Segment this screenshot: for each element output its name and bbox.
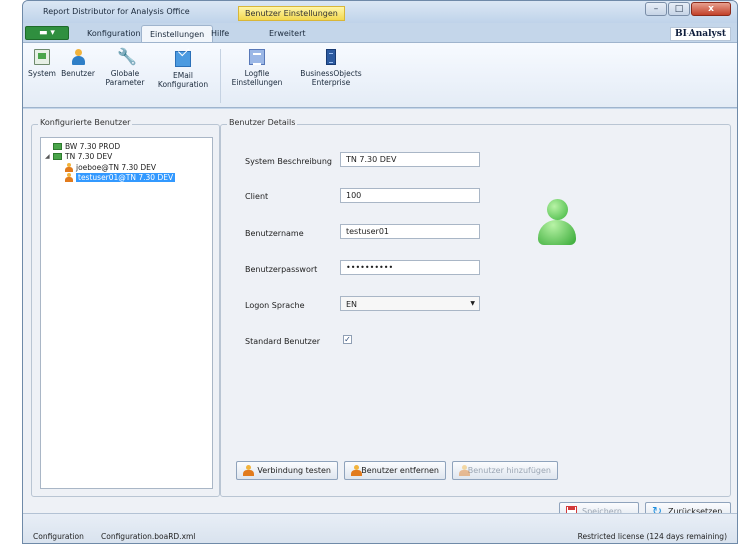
tab-erweitert[interactable]: Erweitert — [261, 25, 314, 42]
context-tab-header: Benutzer Einstellungen — [238, 6, 345, 21]
tree-node-label: TN 7.30 DEV — [65, 151, 113, 161]
app-menu-button[interactable]: ▬ ▾ — [25, 26, 69, 40]
main-area: Konfigurierte Benutzer BW 7.30 PROD ◢ TN… — [23, 109, 737, 521]
add-user-label: Benutzer hinzufügen — [467, 466, 551, 475]
tree-node-label: BW 7.30 PROD — [65, 141, 121, 151]
default-user-label: Standard Benutzer — [245, 337, 321, 346]
ribbon-button-logfile-einstellungen[interactable]: Logfile Einstellungen — [229, 47, 285, 87]
logfile-icon — [249, 49, 265, 65]
password-field[interactable] — [340, 260, 480, 275]
user-details-title: Benutzer Details — [227, 118, 298, 127]
ribbon: System Benutzer 🔧 Globale Parameter EMai… — [23, 42, 737, 108]
ribbon-label-globale-parameter: Globale Parameter — [105, 69, 145, 87]
user-icon — [70, 49, 86, 65]
mail-icon — [175, 51, 191, 67]
ribbon-button-businessobjects[interactable]: BusinessObjects Enterprise — [295, 47, 367, 87]
ribbon-separator — [220, 49, 221, 103]
configured-users-title: Konfigurierte Benutzer — [38, 118, 133, 127]
test-connection-button[interactable]: Verbindung testen — [236, 461, 338, 480]
system-node-icon — [53, 142, 62, 150]
tree-node-user[interactable]: testuser01@TN 7.30 DEV — [65, 172, 176, 182]
ribbon-label-benutzer: Benutzer — [61, 69, 95, 78]
bi-analyst-logo: BI·Analyst — [670, 27, 731, 41]
ribbon-button-system[interactable]: System — [27, 47, 57, 78]
tree-node-label: joeboe@TN 7.30 DEV — [76, 162, 157, 172]
user-details-group: Benutzer Details System Beschreibung Cli… — [220, 118, 731, 497]
user-avatar-icon — [538, 199, 576, 249]
title-bar: Report Distributor for Analysis Office B… — [23, 1, 737, 23]
tree-node-label: testuser01@TN 7.30 DEV — [76, 172, 176, 182]
logon-language-select[interactable]: EN ▼ — [340, 296, 480, 311]
ribbon-button-globale-parameter[interactable]: 🔧 Globale Parameter — [103, 47, 147, 88]
ribbon-label-email-konfiguration: EMail Konfiguration — [157, 71, 209, 89]
status-license: Restricted license (124 days remaining) — [577, 532, 727, 541]
dropdown-caret-icon: ▼ — [470, 300, 475, 307]
default-user-checkbox[interactable]: ✓ — [343, 335, 352, 344]
maximize-button[interactable]: □ — [668, 2, 690, 16]
ribbon-button-benutzer[interactable]: Benutzer — [59, 47, 97, 78]
remove-user-button[interactable]: Benutzer entfernen — [344, 461, 446, 480]
username-label: Benutzername — [245, 229, 304, 238]
ribbon-label-system: System — [28, 69, 56, 78]
configured-users-group: Konfigurierte Benutzer BW 7.30 PROD ◢ TN… — [31, 118, 220, 497]
status-bar: Configuration Configuration.boaRD.xml Re… — [23, 513, 737, 543]
logo-subtext: Analyst — [688, 29, 726, 39]
ribbon-tab-row: ▬ ▾ Konfiguration Einstellungen Hilfe Er… — [23, 23, 737, 42]
remove-user-icon — [351, 465, 363, 476]
status-configuration: Configuration — [33, 532, 84, 541]
test-connection-label: Verbindung testen — [257, 466, 331, 475]
logo-text: BI — [675, 29, 687, 39]
wrench-icon: 🔧 — [117, 47, 137, 66]
expand-arrow-icon[interactable]: ◢ — [45, 153, 53, 160]
logon-language-label: Logon Sprache — [245, 301, 305, 310]
close-button[interactable]: x — [691, 2, 731, 16]
client-label: Client — [245, 192, 269, 201]
app-menu-icon: ▬ ▾ — [39, 28, 55, 38]
ribbon-button-email-konfiguration[interactable]: EMail Konfiguration — [153, 47, 213, 89]
tab-konfiguration[interactable]: Konfiguration — [79, 25, 149, 42]
add-user-icon — [459, 465, 470, 476]
server-icon — [326, 49, 336, 65]
ribbon-label-logfile-einstellungen: Logfile Einstellungen — [231, 69, 283, 87]
logon-language-value: EN — [346, 300, 358, 309]
users-tree[interactable]: BW 7.30 PROD ◢ TN 7.30 DEV joeboe@TN 7.3… — [40, 137, 213, 489]
tree-node-user[interactable]: joeboe@TN 7.30 DEV — [65, 162, 156, 172]
tree-node-system[interactable]: ◢ TN 7.30 DEV — [45, 151, 112, 161]
user-node-icon — [65, 162, 73, 172]
minimize-button[interactable]: – — [645, 2, 667, 16]
system-node-icon — [53, 152, 62, 160]
remove-user-label: Benutzer entfernen — [361, 466, 439, 475]
username-field[interactable] — [340, 224, 480, 239]
status-config-file: Configuration.boaRD.xml — [101, 532, 196, 541]
tree-node-system[interactable]: BW 7.30 PROD — [45, 141, 120, 151]
system-description-field[interactable] — [340, 152, 480, 167]
window-controls: – □ x — [644, 2, 731, 16]
user-connection-icon — [243, 465, 255, 476]
user-node-icon — [65, 172, 73, 182]
window-title: Report Distributor for Analysis Office — [43, 7, 190, 16]
app-window: Report Distributor for Analysis Office B… — [22, 0, 738, 544]
system-description-label: System Beschreibung — [245, 157, 332, 166]
password-label: Benutzerpasswort — [245, 265, 318, 274]
add-user-button[interactable]: Benutzer hinzufügen — [452, 461, 558, 480]
client-field[interactable] — [340, 188, 480, 203]
ribbon-label-businessobjects: BusinessObjects Enterprise — [300, 69, 362, 87]
system-icon — [34, 49, 50, 65]
tab-hilfe[interactable]: Hilfe — [203, 25, 237, 42]
